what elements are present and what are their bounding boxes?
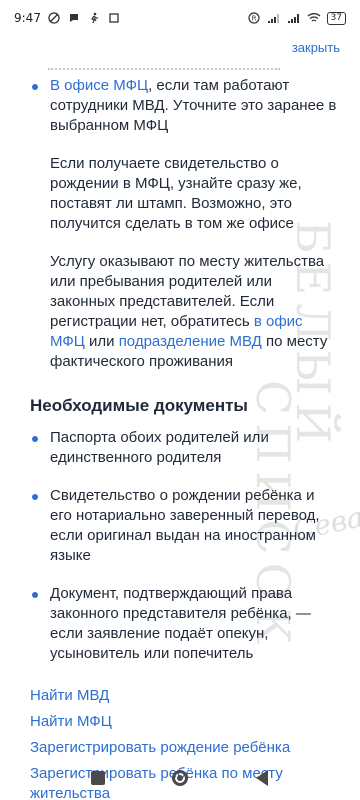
service-paragraph: Услугу оказывают по месту жительства или…: [30, 252, 340, 372]
system-nav-bar: [0, 756, 360, 800]
box-icon: [107, 11, 121, 25]
list-item: Паспорта обоих родителей или единственно…: [30, 428, 340, 468]
close-button[interactable]: закрыть: [292, 40, 340, 55]
cut-off-previous-text: [30, 62, 340, 76]
signal-icon: [267, 11, 281, 25]
note-paragraph: Если получаете свидетельство о рождении …: [50, 155, 302, 232]
list-item: Свидетельство о рождении ребёнка и его н…: [30, 486, 340, 566]
top-bar: закрыть: [0, 36, 360, 64]
home-button[interactable]: [171, 769, 189, 787]
battery-indicator: 37: [326, 11, 346, 25]
svg-text:R: R: [251, 15, 256, 23]
do-not-disturb-icon: [47, 11, 61, 25]
find-mfc-link[interactable]: Найти МФЦ: [30, 712, 340, 732]
register-birth-link[interactable]: Зарегистрировать рождение ребёнка: [30, 738, 340, 758]
status-bar: 9:47 R 37: [0, 0, 360, 36]
status-time: 9:47: [14, 11, 41, 25]
signal-icon: [287, 11, 301, 25]
recent-apps-button[interactable]: [89, 769, 107, 787]
mfc-office-link[interactable]: В офисе МФЦ: [50, 77, 148, 94]
status-left-icons: [47, 11, 121, 25]
status-right-icons: R 37: [247, 11, 346, 25]
home-circle-icon: [172, 770, 188, 786]
chat-bubble-icon: [67, 11, 81, 25]
find-mvd-link[interactable]: Найти МВД: [30, 686, 340, 706]
wifi-icon: [307, 11, 321, 25]
documents-section-title: Необходимые документы: [30, 396, 248, 415]
list-item: Документ, подтверждающий права законного…: [30, 584, 340, 664]
list-item: В офисе МФЦ, если там работают сотрудник…: [30, 76, 340, 136]
service-text-middle: или: [84, 333, 119, 350]
main-content: В офисе МФЦ, если там работают сотрудник…: [30, 62, 340, 800]
walking-person-icon: [87, 11, 101, 25]
mvd-department-link[interactable]: подразделение МВД: [119, 333, 262, 350]
back-button[interactable]: [253, 769, 271, 787]
intro-bullet-list: В офисе МФЦ, если там работают сотрудник…: [30, 76, 340, 136]
back-triangle-icon: [256, 770, 268, 786]
documents-list: Паспорта обоих родителей или единственно…: [30, 428, 340, 664]
square-icon: [91, 771, 105, 785]
r-badge-icon: R: [247, 11, 261, 25]
